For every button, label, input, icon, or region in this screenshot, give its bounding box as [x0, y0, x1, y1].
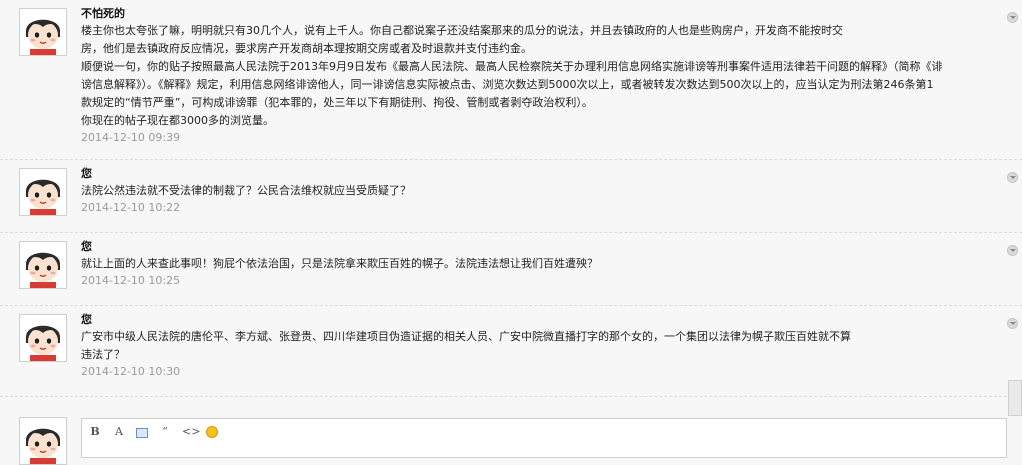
- avatar-image: [20, 315, 66, 361]
- comment-menu-dropdown-icon[interactable]: [1007, 12, 1018, 23]
- reply-editor[interactable]: B A “ <>: [81, 418, 1007, 458]
- avatar-image: [20, 242, 66, 288]
- avatar[interactable]: [19, 241, 67, 289]
- insert-image-icon[interactable]: [136, 428, 148, 438]
- comment-author[interactable]: 不怕死的: [81, 6, 1021, 21]
- comment-body: 您 广安市中级人民法院的唐伦平、李方斌、张登贵、四川华建项目伪造证据的相关人员、…: [81, 312, 1021, 380]
- comment-text-line: 楼主你也太夸张了嘛，明明就只有30几个人，说有上千人。你自己都说案子还没结案那来…: [81, 24, 843, 37]
- avatar[interactable]: [19, 168, 67, 216]
- comment-body: 您 就让上面的人来查此事呗！狗屁个依法治国，只是法院拿来欺压百姓的幌子。法院违法…: [81, 239, 1021, 289]
- comment-item: 您 广安市中级人民法院的唐伦平、李方斌、张登贵、四川华建项目伪造证据的相关人员、…: [0, 306, 1022, 397]
- comment-list: 不怕死的 楼主你也太夸张了嘛，明明就只有30几个人，说有上千人。你自己都说案子还…: [0, 0, 1022, 397]
- bold-button[interactable]: B: [88, 425, 102, 439]
- comment-author[interactable]: 您: [81, 312, 1021, 327]
- comment-author[interactable]: 您: [81, 239, 1021, 254]
- emoji-icon[interactable]: [206, 426, 218, 438]
- comment-menu-dropdown-icon[interactable]: [1007, 172, 1018, 183]
- avatar[interactable]: [19, 8, 67, 56]
- avatar-image: [20, 418, 66, 464]
- comment-timestamp: 2014-12-10 10:22: [81, 201, 181, 214]
- comment-item: 您 就让上面的人来查此事呗！狗屁个依法治国，只是法院拿来欺压百姓的幌子。法院违法…: [0, 233, 1022, 306]
- comment-item: 不怕死的 楼主你也太夸张了嘛，明明就只有30几个人，说有上千人。你自己都说案子还…: [0, 0, 1022, 160]
- comment-text: 楼主你也太夸张了嘛，明明就只有30几个人，说有上千人。你自己都说案子还没结案那来…: [81, 22, 1021, 130]
- comment-text-line: 广安市中级人民法院的唐伦平、李方斌、张登贵、四川华建项目伪造证据的相关人员、广安…: [81, 330, 851, 343]
- comment-text-line: 谤信息解释》）。《解释》规定，利用信息网络诽谤他人，同一诽谤信息实际被点击、浏览…: [81, 78, 934, 91]
- comment-timestamp: 2014-12-10 10:30: [81, 365, 181, 378]
- comment-menu-dropdown-icon[interactable]: [1007, 245, 1018, 256]
- comment-body: 不怕死的 楼主你也太夸张了嘛，明明就只有30几个人，说有上千人。你自己都说案子还…: [81, 6, 1021, 146]
- comment-menu-dropdown-icon[interactable]: [1007, 318, 1018, 329]
- comment-item: 您 法院公然违法就不受法律的制裁了？公民合法维权就应当受质疑了？ 2014-12…: [0, 160, 1022, 233]
- comment-timestamp: 2014-12-10 10:25: [81, 274, 181, 287]
- comment-author[interactable]: 您: [81, 166, 1021, 181]
- quote-button[interactable]: “: [158, 425, 172, 439]
- comment-body: 您 法院公然违法就不受法律的制裁了？公民合法维权就应当受质疑了？ 2014-12…: [81, 166, 1021, 216]
- reply-avatar: [19, 417, 67, 465]
- avatar-image: [20, 169, 66, 215]
- editor-toolbar: B A “ <>: [88, 425, 218, 439]
- comment-text-line: 款规定的“情节严重”，可构成诽谤罪（犯本罪的，处三年以下有期徒刑、拘役、管制或者…: [81, 96, 593, 109]
- comment-text: 法院公然违法就不受法律的制裁了？公民合法维权就应当受质疑了？: [81, 182, 1021, 200]
- scrollbar[interactable]: [1008, 380, 1022, 416]
- comment-text: 广安市中级人民法院的唐伦平、李方斌、张登贵、四川华建项目伪造证据的相关人员、广安…: [81, 328, 1021, 364]
- comment-text-line: 就让上面的人来查此事呗！狗屁个依法治国，只是法院拿来欺压百姓的幌子。法院违法想让…: [81, 257, 598, 270]
- comment-text-line: 房，他们是去镇政府反应情况，要求房产开发商胡本理按期交房或者及时退款并支付违约金…: [81, 42, 532, 55]
- comment-text-line: 法院公然违法就不受法律的制裁了？公民合法维权就应当受质疑了？: [81, 184, 411, 197]
- avatar-image: [20, 9, 66, 55]
- comment-timestamp: 2014-12-10 09:39: [81, 131, 181, 144]
- comment-text-line: 你现在的帖子现在都3000多的浏览量。: [81, 114, 274, 127]
- font-button[interactable]: A: [112, 425, 126, 439]
- comment-text-line: 违法了？: [81, 348, 125, 361]
- comment-text: 就让上面的人来查此事呗！狗屁个依法治国，只是法院拿来欺压百姓的幌子。法院违法想让…: [81, 255, 1021, 273]
- code-button[interactable]: <>: [182, 425, 200, 439]
- avatar[interactable]: [19, 314, 67, 362]
- comment-text-line: 顺便说一句，你的贴子按照最高人民法院于2013年9月9日发布《最高人民法院、最高…: [81, 60, 943, 73]
